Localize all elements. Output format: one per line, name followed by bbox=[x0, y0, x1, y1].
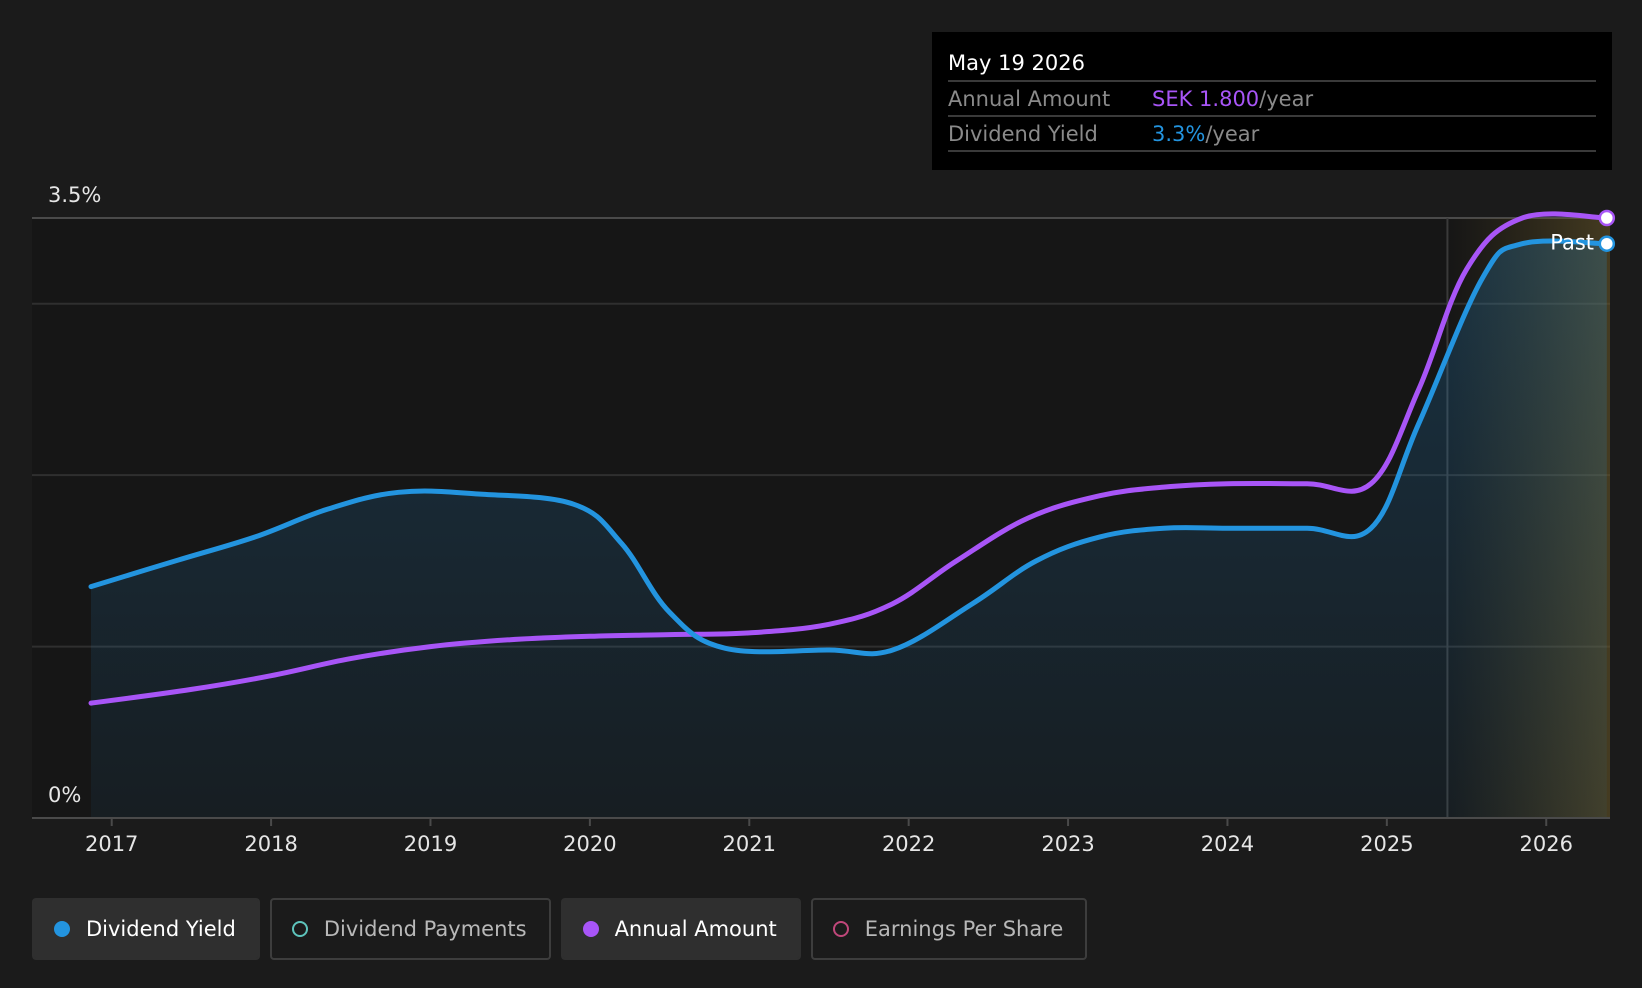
tooltip-yield-row: Dividend Yield 3.3% /year bbox=[948, 117, 1596, 152]
x-tick-label: 2018 bbox=[244, 832, 297, 856]
tooltip-annual-row: Annual Amount SEK 1.800 /year bbox=[948, 82, 1596, 117]
end-marker bbox=[1598, 235, 1616, 252]
x-tick-label: 2024 bbox=[1201, 832, 1254, 856]
legend-label: Annual Amount bbox=[614, 917, 777, 941]
tooltip-yield-label: Dividend Yield bbox=[948, 122, 1098, 146]
y-tick-label: 3.5% bbox=[48, 183, 101, 207]
past-label: Past bbox=[1550, 231, 1594, 255]
tooltip: May 19 2026 Annual Amount SEK 1.800 /yea… bbox=[932, 32, 1612, 170]
x-tick-label: 2017 bbox=[85, 832, 138, 856]
x-tick-label: 2026 bbox=[1520, 832, 1573, 856]
end-marker bbox=[1598, 209, 1616, 227]
x-tick-label: 2022 bbox=[882, 832, 935, 856]
legend-annual-amount[interactable]: Annual Amount bbox=[560, 898, 801, 960]
legend-label: Dividend Yield bbox=[86, 917, 236, 941]
y-tick-label: 0% bbox=[48, 783, 81, 807]
x-tick-label: 2019 bbox=[404, 832, 457, 856]
tooltip-annual-label: Annual Amount bbox=[948, 87, 1111, 111]
tooltip-annual-unit: /year bbox=[1259, 87, 1314, 111]
legend-dividend-payments[interactable]: Dividend Payments bbox=[269, 898, 551, 960]
tooltip-annual-value: SEK 1.800 bbox=[1152, 87, 1260, 111]
tooltip-yield-unit: /year bbox=[1205, 122, 1260, 146]
x-tick-label: 2020 bbox=[563, 832, 616, 856]
legend: Dividend Yield Dividend Payments Annual … bbox=[32, 898, 1097, 960]
earnings-per-share-ring-icon bbox=[832, 921, 849, 937]
x-tick-label: 2025 bbox=[1360, 832, 1413, 856]
legend-earnings-per-share[interactable]: Earnings Per Share bbox=[810, 898, 1088, 960]
dividend-payments-ring-icon bbox=[291, 921, 308, 937]
x-tick-label: 2021 bbox=[723, 832, 776, 856]
dividend-yield-dot-icon bbox=[54, 921, 70, 937]
annual-amount-dot-icon bbox=[582, 921, 599, 937]
x-tick-label: 2023 bbox=[1041, 832, 1094, 856]
tooltip-yield-value: 3.3% bbox=[1152, 122, 1206, 146]
legend-label: Dividend Payments bbox=[323, 917, 527, 941]
legend-dividend-yield[interactable]: Dividend Yield bbox=[32, 898, 260, 960]
legend-label: Earnings Per Share bbox=[864, 917, 1064, 941]
tooltip-date: May 19 2026 bbox=[948, 46, 1596, 82]
